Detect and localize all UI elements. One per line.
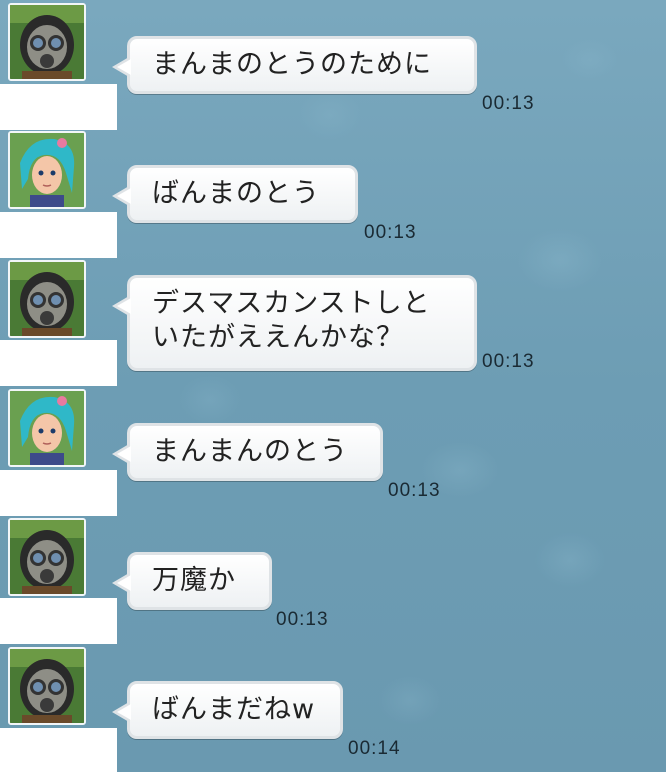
message-timestamp: 00:13: [388, 480, 441, 501]
message-bubble[interactable]: デスマスカンストしと いたがええんかな？: [112, 275, 477, 371]
message-bubble[interactable]: 万魔か: [112, 552, 272, 610]
name-placeholder: [0, 728, 117, 772]
name-placeholder: [0, 340, 117, 386]
gasmask-avatar[interactable]: [8, 518, 86, 596]
message-timestamp: 00:13: [364, 222, 417, 243]
name-placeholder: [0, 212, 117, 258]
blue-hair-girl-avatar[interactable]: [8, 389, 86, 467]
message-bubble[interactable]: ばんまだねw: [112, 681, 343, 739]
message-bubble[interactable]: ばんまのとう: [112, 165, 358, 223]
message-timestamp: 00:13: [276, 609, 329, 630]
message-timestamp: 00:14: [348, 738, 401, 759]
message-timestamp: 00:13: [482, 93, 535, 114]
message-bubble[interactable]: まんまのとうのために: [112, 36, 477, 94]
blue-hair-girl-avatar[interactable]: [8, 131, 86, 209]
gasmask-avatar[interactable]: [8, 647, 86, 725]
name-placeholder: [0, 84, 117, 130]
message-timestamp: 00:13: [482, 351, 535, 372]
name-placeholder: [0, 598, 117, 644]
message-text-line: デスマスカンストしと: [152, 288, 431, 319]
message-bubble[interactable]: まんまんのとう: [112, 423, 383, 481]
message-text: ばんまのとう: [152, 178, 320, 209]
message-text-line: いたがええんかな？: [152, 322, 404, 353]
message-text: 万魔か: [152, 565, 236, 596]
message-text: まんまのとうのために: [152, 49, 432, 80]
name-placeholder: [0, 470, 117, 516]
gasmask-avatar[interactable]: [8, 3, 86, 81]
gasmask-avatar[interactable]: [8, 260, 86, 338]
message-text: まんまんのとう: [152, 436, 348, 467]
message-text: ばんまだねw: [152, 694, 316, 725]
